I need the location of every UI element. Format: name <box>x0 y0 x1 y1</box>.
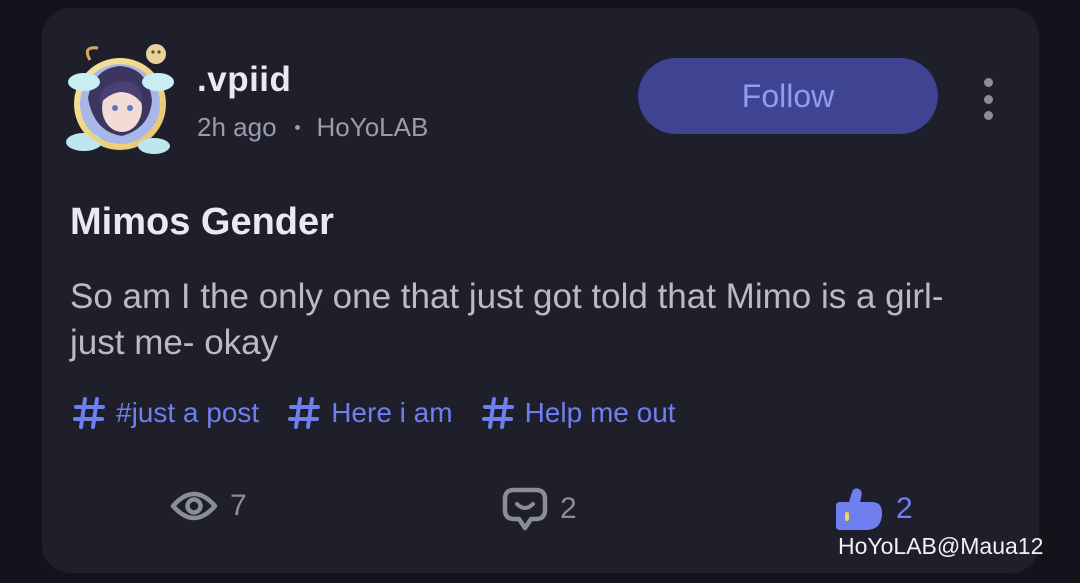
separator-dot <box>294 125 300 130</box>
menu-dot <box>983 78 993 87</box>
post-source: HoYoLAB <box>316 112 429 142</box>
tag-list: #just a post Here i am Help me out <box>72 396 704 430</box>
tag-label: Help me out <box>524 397 676 428</box>
post-title[interactable]: Mimos Gender <box>70 201 334 244</box>
menu-dot <box>983 94 993 104</box>
post-card[interactable]: .vpiid 2h ago HoYoLAB Follow Mimos Gende… <box>42 8 1039 573</box>
tag-just-a-post[interactable]: #just a post <box>72 396 259 430</box>
avatar[interactable] <box>60 38 180 158</box>
comments-stat[interactable]: 2 <box>502 486 577 532</box>
follow-button[interactable]: Follow <box>638 58 938 134</box>
post-time: 2h ago <box>197 112 277 142</box>
watermark: HoYoLAB@Maua12 <box>838 533 1044 559</box>
post-body[interactable]: So am I the only one that just got told … <box>70 274 1000 366</box>
hashtag-icon <box>73 397 105 429</box>
tag-label: #just a post <box>116 397 260 428</box>
eye-icon <box>170 491 218 521</box>
likes-count: 2 <box>896 492 913 525</box>
author-username[interactable]: .vpiid <box>197 60 291 100</box>
hashtag-icon <box>481 397 514 429</box>
views-count: 7 <box>230 489 247 522</box>
tag-here-i-am[interactable]: Here i am <box>287 396 453 430</box>
comment-bubble-icon <box>502 487 548 531</box>
menu-dot <box>983 111 993 120</box>
tag-label: Here i am <box>331 397 453 428</box>
kebab-menu-icon[interactable] <box>976 78 1000 120</box>
hashtag-icon <box>288 397 321 429</box>
comments-count: 2 <box>560 492 577 525</box>
likes-stat[interactable]: 2 <box>832 486 913 532</box>
views-stat: 7 <box>170 486 247 526</box>
post-meta: 2h ago HoYoLAB <box>197 112 428 143</box>
thumbs-up-icon <box>836 488 882 530</box>
tag-help-me-out[interactable]: Help me out <box>481 396 676 430</box>
